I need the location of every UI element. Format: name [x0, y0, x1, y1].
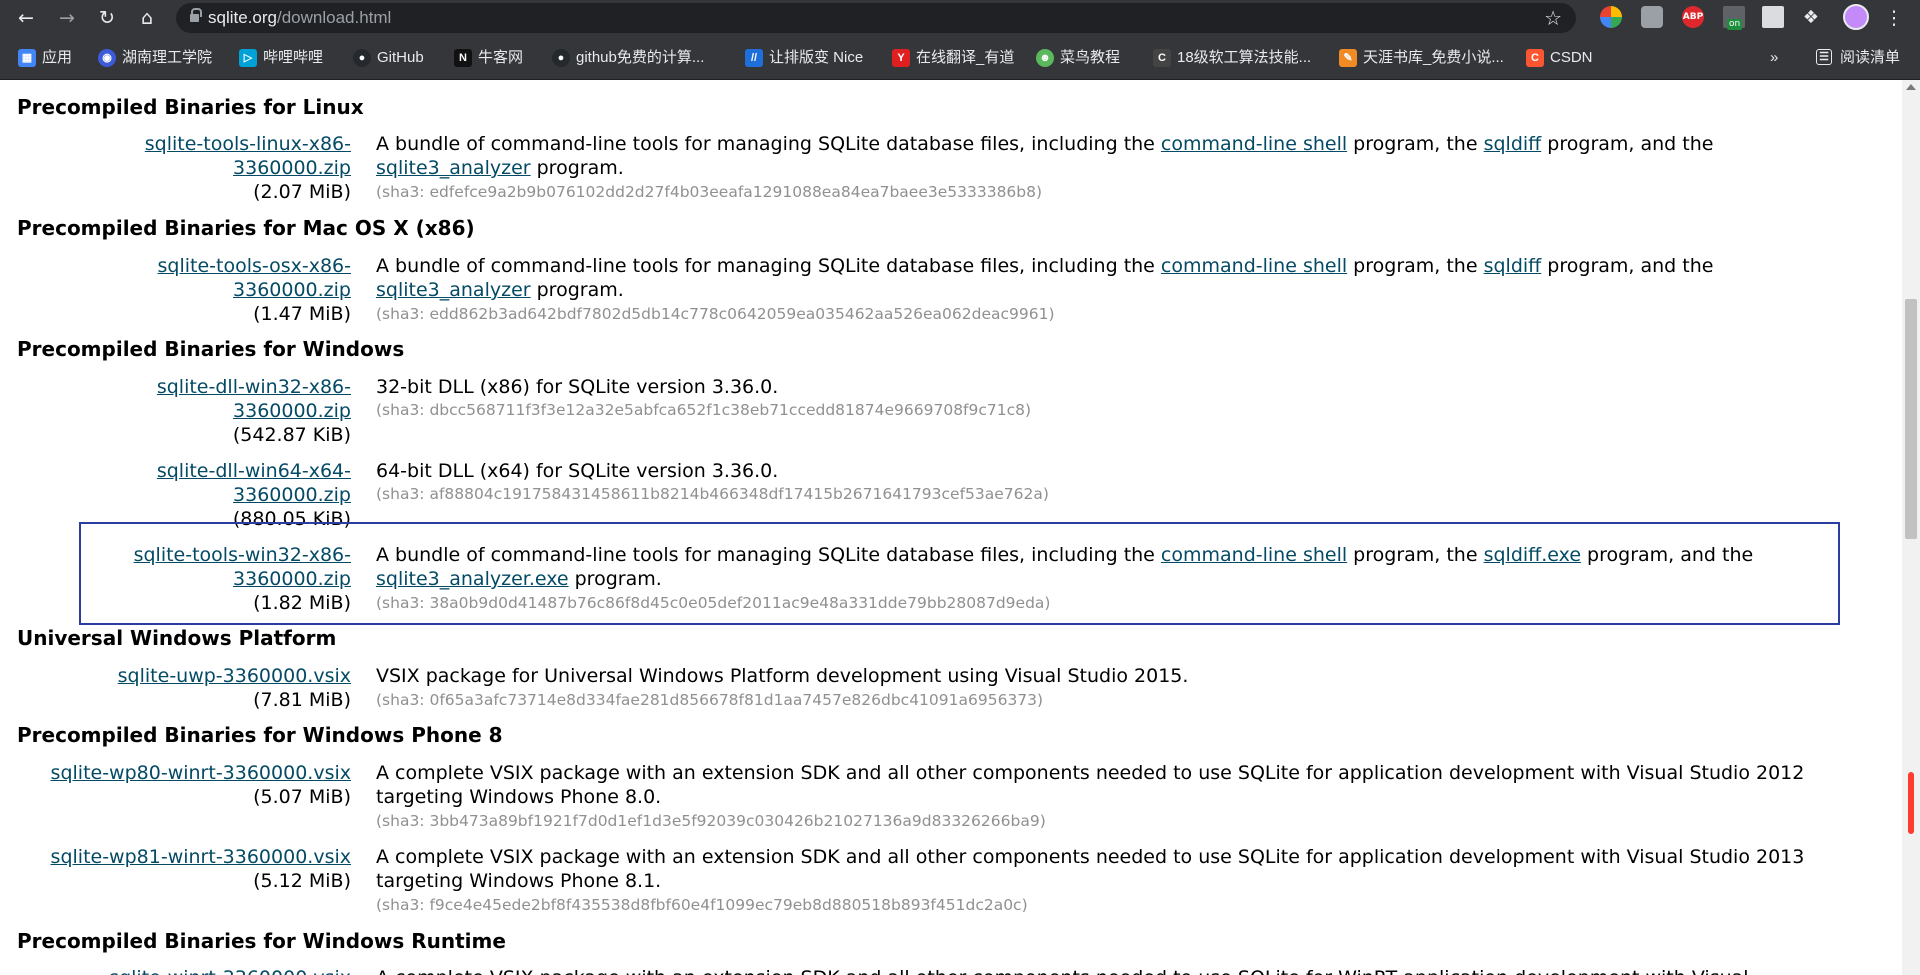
- file-size: (1.82 MiB): [253, 592, 351, 614]
- more-bookmarks-button[interactable]: »: [1770, 48, 1778, 68]
- bookmark-tianya[interactable]: ✎ 天涯书库_免费小说...: [1339, 48, 1504, 68]
- url-text[interactable]: sqlite.org/download.html: [208, 8, 391, 28]
- bookmark-algorithm[interactable]: C 18级软工算法技能...: [1153, 48, 1311, 68]
- file-size: (542.87 KiB): [232, 424, 351, 446]
- heading-windows: Precompiled Binaries for Windows: [17, 337, 405, 361]
- forward-icon[interactable]: →: [53, 4, 81, 32]
- bookmark-bilibili[interactable]: ▷ 哔哩哔哩: [239, 48, 323, 68]
- lock-icon[interactable]: [190, 8, 202, 23]
- home-icon[interactable]: ⌂: [133, 4, 161, 32]
- link-sqlite3-analyzer[interactable]: sqlite3_analyzer: [376, 157, 531, 179]
- bookmark-youdao[interactable]: Y 在线翻译_有道: [892, 48, 1014, 68]
- sha3-hash: (sha3: edfefce9a2b9b076102dd2d27f4b03eea…: [376, 183, 1043, 201]
- bookmark-nice[interactable]: //让排版变 Nice: [745, 48, 863, 68]
- list-extension-icon[interactable]: on: [1723, 6, 1745, 30]
- description-dll-win64: 64-bit DLL (x64) for SQLite version 3.36…: [376, 460, 779, 482]
- link-sqldiff[interactable]: sqldiff: [1484, 255, 1542, 277]
- bookmark-github[interactable]: ● GitHub: [353, 48, 424, 68]
- heading-windows-phone-8: Precompiled Binaries for Windows Phone 8: [17, 723, 503, 747]
- file-size: (5.12 MiB): [253, 870, 351, 892]
- reload-icon[interactable]: ↻: [93, 4, 121, 32]
- description-uwp: VSIX package for Universal Windows Platf…: [376, 665, 1189, 687]
- reader-extension-icon[interactable]: [1762, 6, 1784, 28]
- download-link-dll-win64[interactable]: sqlite-dll-win64-x64- 3360000.zip: [157, 459, 351, 507]
- youdao-icon: Y: [892, 49, 910, 67]
- file-size: (5.07 MiB): [253, 786, 351, 808]
- sha3-hash: (sha3: 0f65a3afc73714e8d334fae281d856678…: [376, 691, 1044, 709]
- link-sqldiff-exe[interactable]: sqldiff.exe: [1484, 544, 1581, 566]
- on-badge: on: [1727, 19, 1743, 30]
- link-sqlite3-analyzer[interactable]: sqlite3_analyzer: [376, 279, 531, 301]
- download-link-tools-win32[interactable]: sqlite-tools-win32-x86- 3360000.zip: [134, 543, 351, 591]
- bookmark-hnust[interactable]: ◉ 湖南理工学院: [98, 48, 212, 68]
- adblock-icon[interactable]: ABP: [1682, 6, 1704, 28]
- bookmark-apps[interactable]: ▦ 应用: [18, 48, 72, 68]
- github-icon: ●: [552, 49, 570, 67]
- bookmark-nowcoder[interactable]: N 牛客网: [454, 48, 523, 68]
- nice-icon: //: [745, 49, 763, 67]
- address-bar[interactable]: sqlite.org/download.html ☆: [176, 3, 1576, 33]
- apps-icon: ▦: [18, 49, 36, 67]
- puzzle-extensions-icon[interactable]: ❖: [1797, 4, 1825, 32]
- university-icon: ◉: [98, 49, 116, 67]
- bilibili-icon: ▷: [239, 49, 257, 67]
- page-content: Precompiled Binaries for Linux sqlite-to…: [0, 80, 1902, 975]
- sha3-hash: (sha3: 38a0b9d0d41487b76c86f8d45c0e05def…: [376, 594, 1051, 612]
- scrollbar-thumb[interactable]: [1905, 299, 1917, 539]
- extension-color-icon[interactable]: [1600, 6, 1622, 28]
- file-size: (2.07 MiB): [253, 181, 351, 203]
- reading-list-icon: ☰: [1816, 49, 1832, 65]
- heading-windows-runtime: Precompiled Binaries for Windows Runtime: [17, 929, 506, 953]
- download-link-uwp[interactable]: sqlite-uwp-3360000.vsix: [118, 664, 351, 688]
- bookmark-csdn[interactable]: C CSDN: [1526, 48, 1593, 68]
- page-icon: C: [1153, 49, 1171, 67]
- camera-icon[interactable]: [1641, 6, 1663, 28]
- sha3-hash: (sha3: edd862b3ad642bdf7802d5db14c778c06…: [376, 305, 1055, 323]
- heading-linux: Precompiled Binaries for Linux: [17, 95, 364, 119]
- bookmark-github-free[interactable]: ● github免费的计算...: [552, 48, 704, 68]
- scroll-up-arrow-icon[interactable]: [1906, 84, 1916, 90]
- heading-uwp: Universal Windows Platform: [17, 626, 337, 650]
- link-sqldiff[interactable]: sqldiff: [1484, 133, 1542, 155]
- csdn-icon: C: [1526, 49, 1544, 67]
- bookmarks-bar: ▦ 应用 ◉ 湖南理工学院 ▷ 哔哩哔哩 ● GitHub N 牛客网 ● github免费…: [0, 36, 1920, 80]
- sha3-hash: (sha3: dbcc568711f3f3e12a32e5abfca652f1c…: [376, 401, 1032, 419]
- heading-mac: Precompiled Binaries for Mac OS X (x86): [17, 216, 475, 240]
- download-link-wp80[interactable]: sqlite-wp80-winrt-3360000.vsix: [51, 761, 351, 785]
- link-command-line-shell[interactable]: command-line shell: [1161, 544, 1347, 566]
- runoob-icon: ☻: [1036, 49, 1054, 67]
- github-icon: ●: [353, 49, 371, 67]
- profile-avatar[interactable]: [1843, 4, 1869, 30]
- bookmark-runoob[interactable]: ☻ 菜鸟教程: [1036, 48, 1120, 68]
- download-link-wp81[interactable]: sqlite-wp81-winrt-3360000.vsix: [51, 845, 351, 869]
- tianya-icon: ✎: [1339, 49, 1357, 67]
- download-link-linux-tools[interactable]: sqlite-tools-linux-x86- 3360000.zip: [145, 132, 351, 180]
- file-size: (1.47 MiB): [253, 303, 351, 325]
- description-wp81: A complete VSIX package with an extensio…: [376, 846, 1805, 892]
- browser-toolbar: ← → ↻ ⌂ sqlite.org/download.html ☆ ABP o…: [0, 0, 1920, 36]
- vertical-scrollbar[interactable]: [1902, 80, 1920, 975]
- sha3-hash: (sha3: f9ce4e45ede2bf8f435538d8fbf60e4f1…: [376, 896, 1028, 914]
- sha3-hash: (sha3: 3bb473a89bf1921f7d0d1ef1d3e5f9203…: [376, 812, 1046, 830]
- description-linux-tools: A bundle of command-line tools for manag…: [376, 133, 1714, 179]
- download-link-dll-win32[interactable]: sqlite-dll-win32-x86- 3360000.zip: [157, 375, 351, 423]
- link-sqlite3-analyzer-exe[interactable]: sqlite3_analyzer.exe: [376, 568, 569, 590]
- sha3-hash: (sha3: af88804c191758431458611b8214b4663…: [376, 485, 1049, 503]
- link-command-line-shell[interactable]: command-line shell: [1161, 255, 1347, 277]
- description-dll-win32: 32-bit DLL (x86) for SQLite version 3.36…: [376, 376, 779, 398]
- scroll-position-marker: [1908, 772, 1914, 834]
- description-tools-win32: A bundle of command-line tools for manag…: [376, 544, 1754, 590]
- download-link-winrt[interactable]: sqlite-winrt-3360000.vsix: [109, 966, 351, 975]
- file-size: (7.81 MiB): [253, 689, 351, 711]
- back-icon[interactable]: ←: [12, 4, 40, 32]
- nowcoder-icon: N: [454, 49, 472, 67]
- download-link-osx-tools[interactable]: sqlite-tools-osx-x86- 3360000.zip: [158, 254, 352, 302]
- menu-kebab-icon[interactable]: ⋮: [1880, 4, 1908, 32]
- description-osx-tools: A bundle of command-line tools for manag…: [376, 255, 1714, 301]
- description-winrt: A complete VSIX package with an extensio…: [376, 966, 1836, 975]
- reading-list-button[interactable]: ☰ 阅读清单: [1816, 48, 1900, 68]
- bookmark-star-icon[interactable]: ☆: [1544, 6, 1562, 30]
- description-wp80: A complete VSIX package with an extensio…: [376, 762, 1805, 808]
- link-command-line-shell[interactable]: command-line shell: [1161, 133, 1347, 155]
